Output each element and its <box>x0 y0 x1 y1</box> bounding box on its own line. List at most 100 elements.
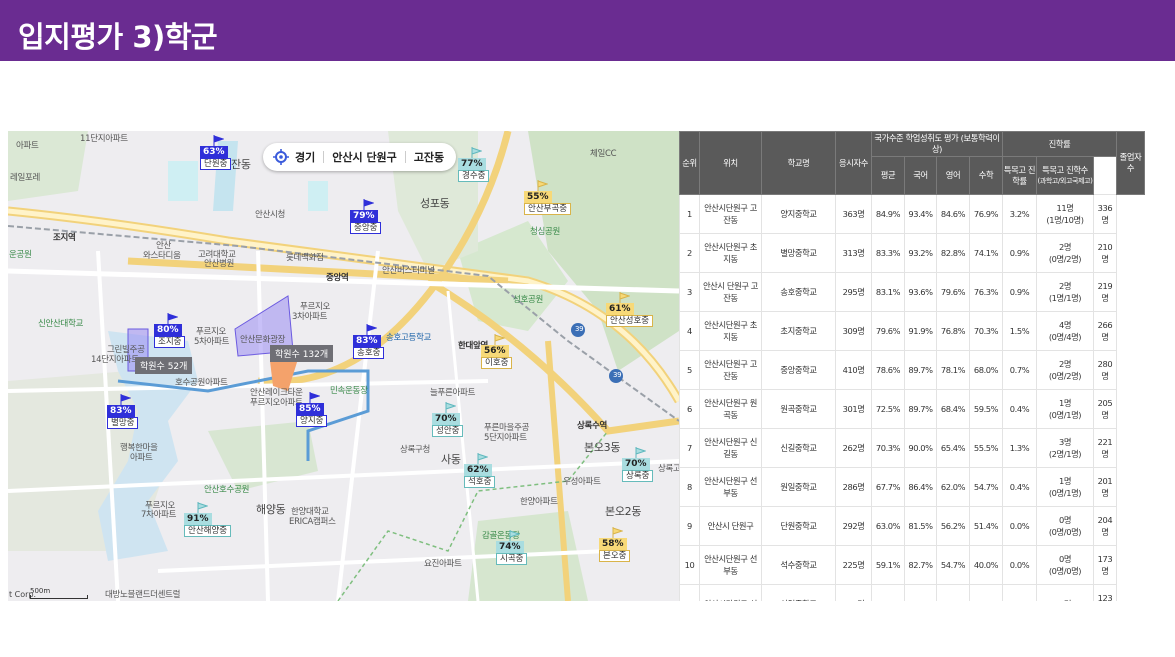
map-label: 안산버스터미널 <box>382 266 435 276</box>
cell-location: 안산시단원구 원곡동 <box>699 389 762 429</box>
cell-takers: 363명 <box>835 194 872 234</box>
cell-special-rate: 0.0% <box>1002 506 1037 546</box>
cell-math: 76.3% <box>969 272 1003 312</box>
table-row[interactable]: 7 안산시단원구 신길동 신길중학교 262명 70.3% 90.0% 65.4% 55.5%… <box>679 428 1145 468</box>
cell-takers: 292명 <box>835 506 872 546</box>
school-name: 상록중 <box>622 470 654 482</box>
cell-special-count: 0명 (0명/0명) <box>1036 506 1094 546</box>
cell-korean: 90.0% <box>904 428 937 468</box>
special-count: 1명 <box>1058 476 1072 486</box>
cell-special-rate: 1.5% <box>1002 311 1037 351</box>
school-name: 중앙중 <box>350 222 382 234</box>
special-count: 3명 <box>1058 437 1072 447</box>
table-row[interactable]: 8 안산시단원구 선부동 원일중학교 286명 67.7% 86.4% 62.0% 54.7%… <box>679 467 1145 507</box>
cell-korean: 81.4% <box>904 584 937 601</box>
region-province[interactable]: 경기 <box>295 149 315 165</box>
map-label: 성포동 <box>420 197 450 210</box>
special-count-detail: (0명/0명) <box>1048 566 1082 576</box>
map-label: 푸르지오아파트 <box>250 398 303 408</box>
cell-special-rate: 1.3% <box>1002 428 1037 468</box>
cell-location: 안산시 단원구 고잔동 <box>699 272 762 312</box>
region-dong[interactable]: 고잔동 <box>414 149 444 165</box>
col-header-graduates: 졸업자 수 <box>1116 131 1145 195</box>
school-district-map[interactable]: 11단지아파트 아파트 레일포레 조지역 안산시청 안산 와스타디움 고려대학교… <box>8 131 679 601</box>
table-row[interactable]: 11안산시단원구 선선일중학교173명57.9%81.4%50.9%42.4%0… <box>679 584 1145 601</box>
cell-school: 원일중학교 <box>761 467 836 507</box>
special-count-detail: (0명/2명) <box>1048 254 1082 264</box>
map-label: 조지역 <box>53 233 76 243</box>
cell-korean: 82.7% <box>904 545 937 585</box>
map-label: 본오2동 <box>605 505 642 518</box>
table-row[interactable]: 1 안산시단원구 고잔동 양지중학교 363명 84.9% 93.4% 84.6% 76.9%… <box>679 194 1145 234</box>
school-name: 안산성호중 <box>606 315 654 327</box>
map-label: 5차아파트 <box>194 337 230 347</box>
cell-avg: 57.9% <box>871 584 905 601</box>
cell-korean: 89.7% <box>904 389 937 429</box>
cell-english: 84.6% <box>936 194 970 234</box>
table-row[interactable]: 9 안산시 단원구 단원중학교 292명 63.0% 81.5% 56.2% 51.4% 0.0… <box>679 506 1145 546</box>
special-count: 1명 <box>1038 598 1092 601</box>
map-label: 우성아파트 <box>563 477 601 487</box>
col-header-english: 영어 <box>936 156 970 195</box>
school-name: 시곡중 <box>496 553 528 565</box>
map-label: 호수공원아파트 <box>175 378 228 388</box>
scale-label: 500m <box>30 587 51 595</box>
special-count: 0명 <box>1058 554 1072 564</box>
map-label: 신안산대학교 <box>38 319 84 329</box>
school-name: 단원중 <box>200 158 232 170</box>
cell-korean: 81.5% <box>904 506 937 546</box>
cell-english: 78.1% <box>936 350 970 390</box>
col-header-special-count: 특목고 진학수 (과학고/외고국제고) <box>1036 156 1094 195</box>
table-row[interactable]: 3 안산시 단원구 고잔동 송호중학교 295명 83.1% 93.6% 79.6% 76.3… <box>679 272 1145 312</box>
table-row[interactable]: 2 안산시단원구 초지동 별망중학교 313명 83.3% 93.2% 82.8% 74.1%… <box>679 233 1145 273</box>
academy-count-tag: 학원수 132개 <box>270 345 334 362</box>
divider <box>404 151 406 163</box>
cell-avg: 59.1% <box>871 545 905 585</box>
cell-rank: 3 <box>679 272 700 312</box>
table-row[interactable]: 10 안산시단원구 선부동 석수중학교 225명 59.1% 82.7% 54.7% 40.0… <box>679 545 1145 585</box>
col-group-achievement: 국가수준 학업성취도 평가 (보통학력이상) <box>871 131 1003 157</box>
region-selector[interactable]: 경기 안산시 단원구 고잔동 <box>263 143 457 171</box>
special-count-detail: (2명/1명) <box>1048 449 1082 459</box>
map-label: 5단지아파트 <box>484 433 527 443</box>
region-city[interactable]: 안산시 단원구 <box>332 149 397 165</box>
special-count: 4명 <box>1058 320 1072 330</box>
cell-math: 59.5% <box>969 389 1003 429</box>
cell-avg: 72.5% <box>871 389 905 429</box>
cell-rank: 11 <box>679 584 700 601</box>
school-name: 양지중 <box>296 415 328 427</box>
cell-graduates: 123명 <box>1093 584 1117 601</box>
cell-location: 안산시단원구 초지동 <box>699 233 762 273</box>
cell-english: 68.4% <box>936 389 970 429</box>
school-name: 안산부곡중 <box>524 203 572 215</box>
cell-special-rate: 0.4% <box>1002 389 1037 429</box>
table-row[interactable]: 4 안산시단원구 초지동 초지중학교 309명 79.6% 91.9% 76.8% 70.3%… <box>679 311 1145 351</box>
cell-korean: 86.4% <box>904 467 937 507</box>
location-target-icon[interactable] <box>273 149 289 165</box>
cell-special-count: 1명 (0명/1명) <box>1036 467 1094 507</box>
map-label: 와스타디움 <box>143 251 181 261</box>
cell-math: 68.0% <box>969 350 1003 390</box>
map-label: 7차아파트 <box>141 510 177 520</box>
map-label: 상록수역 <box>577 421 608 431</box>
map-label: 민속운동장 <box>330 386 368 396</box>
map-label: 상록고등 <box>658 464 679 474</box>
col-group-advance: 진학률 <box>1002 131 1117 157</box>
cell-school: 송호중학교 <box>761 272 836 312</box>
col-header-takers: 응시자수 <box>835 131 872 195</box>
cell-korean: 93.6% <box>904 272 937 312</box>
cell-takers: 301명 <box>835 389 872 429</box>
cell-korean: 91.9% <box>904 311 937 351</box>
cell-special-count: 3명 (2명/1명) <box>1036 428 1094 468</box>
special-count-detail: (0명/0명) <box>1048 527 1082 537</box>
school-ranking-table[interactable]: 순위 위치 학교명 응시자수 국가수준 학업성취도 평가 (보통학력이상) 진학… <box>679 131 1145 601</box>
cell-special-rate: 3.2% <box>1002 194 1037 234</box>
col-header-school: 학교명 <box>761 131 836 195</box>
table-row[interactable]: 6 안산시단원구 원곡동 원곡중학교 301명 72.5% 89.7% 68.4% 59.5%… <box>679 389 1145 429</box>
cell-school: 원곡중학교 <box>761 389 836 429</box>
special-count: 11명 <box>1056 203 1074 213</box>
cell-english: 56.2% <box>936 506 970 546</box>
cell-rank: 1 <box>679 194 700 234</box>
table-row[interactable]: 5 안산시단원구 고잔동 중앙중학교 410명 78.6% 89.7% 78.1% 68.0%… <box>679 350 1145 390</box>
special-count-detail: (0명/4명) <box>1048 332 1082 342</box>
